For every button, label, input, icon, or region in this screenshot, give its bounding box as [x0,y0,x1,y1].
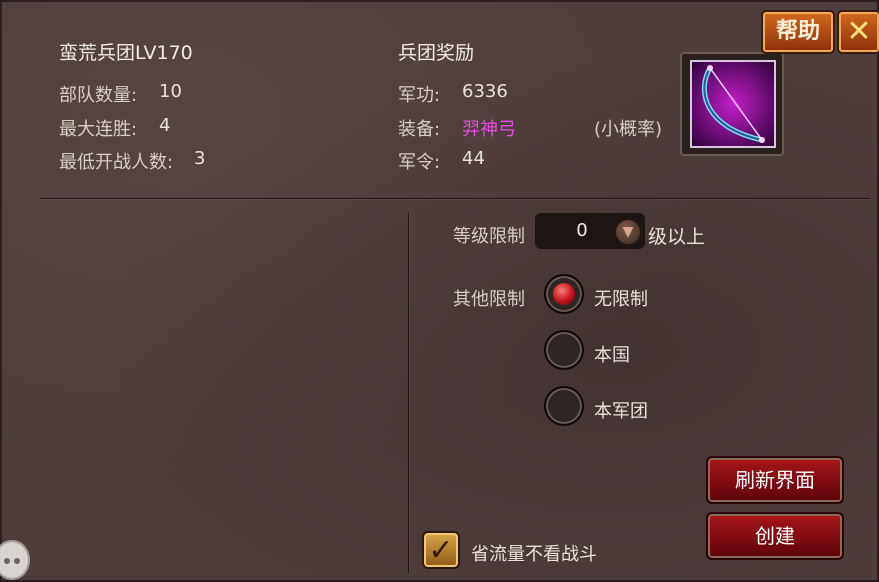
level-limit-label: 等级限制 [453,226,525,247]
vertical-divider [408,213,409,573]
min-players-value: 3 [194,148,206,169]
min-players-label: 最低开战人数: [59,152,174,173]
legion-create-dialog: 蛮荒兵团LV170 部队数量: 10 最大连胜: 4 最低开战人数: 3 兵团奖… [0,0,879,582]
radio-own-legion-label: 本军团 [594,401,648,422]
max-streak-label: 最大连胜: [59,119,138,140]
close-icon: ✕ [846,14,872,49]
merit-label: 军功: [398,85,441,106]
radio-no-limit-label: 无限制 [594,289,648,310]
bow-icon [690,60,776,148]
level-dropdown-button[interactable]: ▼ [614,218,642,246]
max-streak-value: 4 [159,115,171,136]
refresh-button[interactable]: 刷新界面 [706,456,844,504]
chat-dot-icon [14,558,20,564]
chat-dot-icon [4,558,10,564]
equip-chance: (小概率) [594,119,663,140]
merit-value: 6336 [462,81,508,102]
save-traffic-label: 省流量不看战斗 [471,544,597,565]
reward-item-slot[interactable] [680,52,784,156]
save-traffic-checkbox[interactable]: ✓ [422,531,460,569]
close-button[interactable]: ✕ [837,10,879,54]
radio-own-legion[interactable] [544,386,584,426]
horizontal-divider [40,198,870,199]
unit-count-label: 部队数量: [59,85,138,106]
equip-value: 羿神弓 [462,119,516,140]
create-button[interactable]: 创建 [706,512,844,560]
checkmark-icon: ✓ [428,533,454,568]
radio-own-country[interactable] [544,330,584,370]
order-value: 44 [462,148,485,169]
bow-graphic [701,65,765,143]
equip-label: 装备: [398,119,441,140]
radio-no-limit[interactable] [544,274,584,314]
unit-count-value: 10 [159,81,182,102]
other-limit-label: 其他限制 [453,289,525,310]
level-limit-suffix: 级以上 [648,226,706,248]
reward-title: 兵团奖励 [398,42,475,64]
chevron-down-icon: ▼ [622,224,634,240]
help-button[interactable]: 帮助 [761,10,835,54]
order-label: 军令: [398,152,441,173]
legion-name: 蛮荒兵团LV170 [59,42,193,64]
radio-own-country-label: 本国 [594,345,630,366]
